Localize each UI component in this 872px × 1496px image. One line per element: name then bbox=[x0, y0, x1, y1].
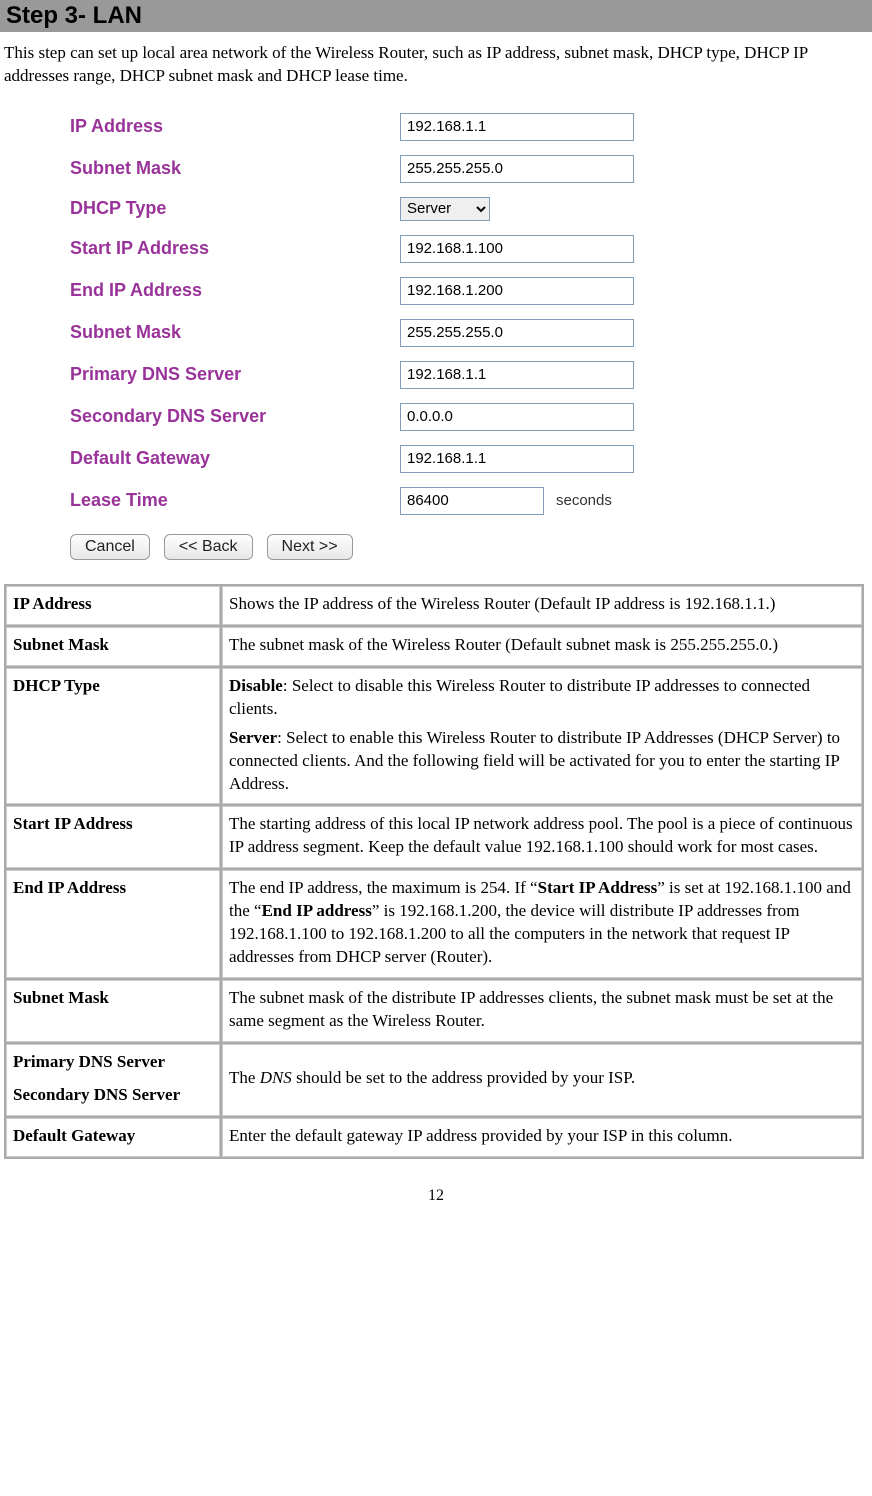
cell-desc: The subnet mask of the distribute IP add… bbox=[222, 980, 862, 1042]
lan-settings-form: IP Address Subnet Mask DHCP Type Server … bbox=[70, 106, 790, 566]
cell-desc: Shows the IP address of the Wireless Rou… bbox=[222, 586, 862, 625]
input-default-gateway[interactable] bbox=[400, 445, 634, 473]
dhcp-server-text: : Select to enable this Wireless Router … bbox=[229, 728, 840, 793]
label-default-gateway: Default Gateway bbox=[70, 448, 400, 469]
label-lease-time: Lease Time bbox=[70, 490, 400, 511]
cell-label: DHCP Type bbox=[6, 668, 220, 805]
row-subnet-mask-2: Subnet Mask bbox=[70, 312, 790, 354]
row-primary-dns: Primary DNS Server bbox=[70, 354, 790, 396]
cell-desc: Disable: Select to disable this Wireless… bbox=[222, 668, 862, 805]
input-ip-address[interactable] bbox=[400, 113, 634, 141]
cell-label: Default Gateway bbox=[6, 1118, 220, 1157]
endip-b2: End IP address bbox=[262, 901, 372, 920]
label-subnet-mask-2: Subnet Mask bbox=[70, 322, 400, 343]
input-subnet-mask[interactable] bbox=[400, 155, 634, 183]
page-number: 12 bbox=[0, 1187, 872, 1215]
endip-b1: Start IP Address bbox=[538, 878, 658, 897]
select-dhcp-type[interactable]: Server bbox=[400, 197, 490, 221]
cell-desc: The starting address of this local IP ne… bbox=[222, 806, 862, 868]
cell-desc: The subnet mask of the Wireless Router (… bbox=[222, 627, 862, 666]
row-ip-address: IP Address bbox=[70, 106, 790, 148]
label-secondary-dns: Secondary DNS Server bbox=[70, 406, 400, 427]
input-secondary-dns[interactable] bbox=[400, 403, 634, 431]
row-start-ip: Start IP Address bbox=[70, 228, 790, 270]
dhcp-server-label: Server bbox=[229, 728, 277, 747]
next-button[interactable]: Next >> bbox=[267, 534, 353, 560]
endip-p1: The end IP address, the maximum is 254. … bbox=[229, 878, 538, 897]
row-secondary-dns: Secondary DNS Server bbox=[70, 396, 790, 438]
intro-text: This step can set up local area network … bbox=[0, 32, 872, 94]
dns-p1: The bbox=[229, 1068, 260, 1087]
table-row: Start IP Address The starting address of… bbox=[6, 806, 862, 868]
label-primary-dns: Primary DNS Server bbox=[70, 364, 400, 385]
input-subnet-mask-2[interactable] bbox=[400, 319, 634, 347]
dhcp-disable-label: Disable bbox=[229, 676, 283, 695]
cell-label-dns: Primary DNS Server Secondary DNS Server bbox=[6, 1044, 220, 1116]
table-row: IP Address Shows the IP address of the W… bbox=[6, 586, 862, 625]
table-row: Default Gateway Enter the default gatewa… bbox=[6, 1118, 862, 1157]
input-lease-time[interactable] bbox=[400, 487, 544, 515]
table-row: Subnet Mask The subnet mask of the Wirel… bbox=[6, 627, 862, 666]
dns-p2: should be set to the address provided by… bbox=[292, 1068, 635, 1087]
button-row: Cancel << Back Next >> bbox=[70, 522, 790, 566]
description-table: IP Address Shows the IP address of the W… bbox=[4, 584, 864, 1159]
cell-label-secondary-dns: Secondary DNS Server bbox=[13, 1084, 213, 1107]
cell-desc: The end IP address, the maximum is 254. … bbox=[222, 870, 862, 978]
row-subnet-mask: Subnet Mask bbox=[70, 148, 790, 190]
table-row: End IP Address The end IP address, the m… bbox=[6, 870, 862, 978]
label-start-ip: Start IP Address bbox=[70, 238, 400, 259]
cell-desc: Enter the default gateway IP address pro… bbox=[222, 1118, 862, 1157]
row-lease-time: Lease Time seconds bbox=[70, 480, 790, 522]
cell-label: Start IP Address bbox=[6, 806, 220, 868]
label-dhcp-type: DHCP Type bbox=[70, 198, 400, 219]
cell-label: IP Address bbox=[6, 586, 220, 625]
back-button[interactable]: << Back bbox=[164, 534, 253, 560]
page-title: Step 3- LAN bbox=[0, 0, 872, 32]
cell-label: Subnet Mask bbox=[6, 980, 220, 1042]
cell-label-primary-dns: Primary DNS Server bbox=[13, 1051, 213, 1074]
input-primary-dns[interactable] bbox=[400, 361, 634, 389]
dhcp-disable-text: : Select to disable this Wireless Router… bbox=[229, 676, 810, 718]
lease-time-suffix: seconds bbox=[556, 492, 612, 509]
cell-desc: The DNS should be set to the address pro… bbox=[222, 1044, 862, 1116]
table-row: Primary DNS Server Secondary DNS Server … bbox=[6, 1044, 862, 1116]
label-ip-address: IP Address bbox=[70, 116, 400, 137]
row-end-ip: End IP Address bbox=[70, 270, 790, 312]
table-row: Subnet Mask The subnet mask of the distr… bbox=[6, 980, 862, 1042]
cell-label: Subnet Mask bbox=[6, 627, 220, 666]
input-start-ip[interactable] bbox=[400, 235, 634, 263]
row-default-gateway: Default Gateway bbox=[70, 438, 790, 480]
cancel-button[interactable]: Cancel bbox=[70, 534, 150, 560]
label-end-ip: End IP Address bbox=[70, 280, 400, 301]
label-subnet-mask: Subnet Mask bbox=[70, 158, 400, 179]
table-row: DHCP Type Disable: Select to disable thi… bbox=[6, 668, 862, 805]
input-end-ip[interactable] bbox=[400, 277, 634, 305]
cell-label: End IP Address bbox=[6, 870, 220, 978]
row-dhcp-type: DHCP Type Server bbox=[70, 190, 790, 228]
dns-i1: DNS bbox=[260, 1068, 292, 1087]
